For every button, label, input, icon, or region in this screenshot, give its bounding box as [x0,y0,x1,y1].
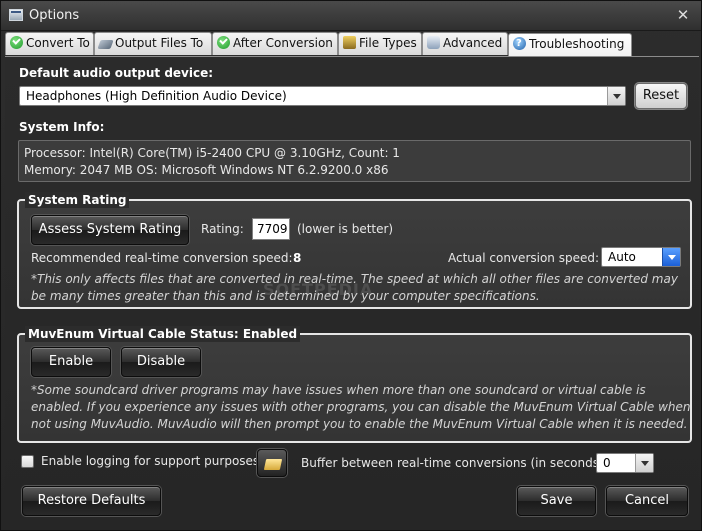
rating-hint: (lower is better) [297,222,394,236]
save-button[interactable]: Save [517,486,596,516]
buffer-value: 0 [603,456,611,470]
window-title: Options [29,8,80,23]
rating-value: 7709 [252,218,290,240]
processor-info: Processor: Intel(R) Core(TM) i5-2400 CPU… [24,146,400,160]
options-window: Options ✕ Convert To Output Files To Aft… [0,0,702,531]
virtual-cable-group: MuvEnum Virtual Cable Status: Enabled En… [17,326,692,443]
logging-checkbox[interactable] [21,455,34,468]
rating-label: Rating: [201,222,244,236]
virtual-cable-title: MuvEnum Virtual Cable Status: Enabled [25,326,301,342]
buffer-label: Buffer between real-time conversions (in… [301,456,608,470]
cancel-button[interactable]: Cancel [606,486,688,516]
output-files-icon [97,40,114,49]
restore-defaults-button[interactable]: Restore Defaults [22,486,161,516]
advanced-icon [427,36,440,49]
chevron-down-icon[interactable] [635,454,653,472]
help-icon [513,33,526,54]
audio-device-label: Default audio output device: [19,66,214,80]
actual-speed-label: Actual conversion speed: [448,251,600,265]
reset-button[interactable]: Reset [635,83,687,109]
recommended-speed-label: Recommended real-time conversion speed: [31,251,293,265]
check-icon [10,36,23,49]
file-types-icon [343,36,356,49]
tab-convert-to[interactable]: Convert To [5,32,94,55]
system-rating-title: System Rating [25,192,130,208]
tab-after-conversion[interactable]: After Conversion [212,32,338,55]
disable-button[interactable]: Disable [121,347,201,377]
title-bar[interactable]: Options ✕ [1,1,701,31]
tab-troubleshooting[interactable]: Troubleshooting [508,33,632,57]
folder-icon [263,459,283,470]
audio-device-value: Headphones (High Definition Audio Device… [26,89,287,103]
chevron-down-icon[interactable] [662,248,680,266]
chevron-down-icon[interactable] [607,87,625,105]
open-log-folder-button[interactable] [257,449,287,477]
tab-file-types[interactable]: File Types [338,32,422,55]
virtual-cable-note: *Some soundcard driver programs may have… [31,383,691,431]
buffer-select[interactable]: 0 [596,453,654,473]
enable-button[interactable]: Enable [31,347,111,377]
memory-os-info: Memory: 2047 MB OS: Microsoft Windows NT… [24,163,389,177]
audio-device-select[interactable]: Headphones (High Definition Audio Device… [19,86,626,106]
logging-label[interactable]: Enable logging for support purposes [41,454,259,468]
tab-output-files-to[interactable]: Output Files To [94,32,212,55]
close-icon[interactable]: ✕ [675,6,691,24]
watermark: SOFTPEDIA [263,280,374,299]
system-info-label: System Info: [19,120,105,134]
actual-speed-select[interactable]: Auto [601,247,681,267]
actual-speed-value: Auto [608,250,636,264]
tab-advanced[interactable]: Advanced [422,32,508,55]
window-icon [9,9,23,21]
system-info-box: Processor: Intel(R) Core(TM) i5-2400 CPU… [18,140,691,182]
assess-system-rating-button[interactable]: Assess System Rating [31,215,189,245]
check-icon [217,36,230,49]
recommended-speed-value: 8 [293,251,302,265]
